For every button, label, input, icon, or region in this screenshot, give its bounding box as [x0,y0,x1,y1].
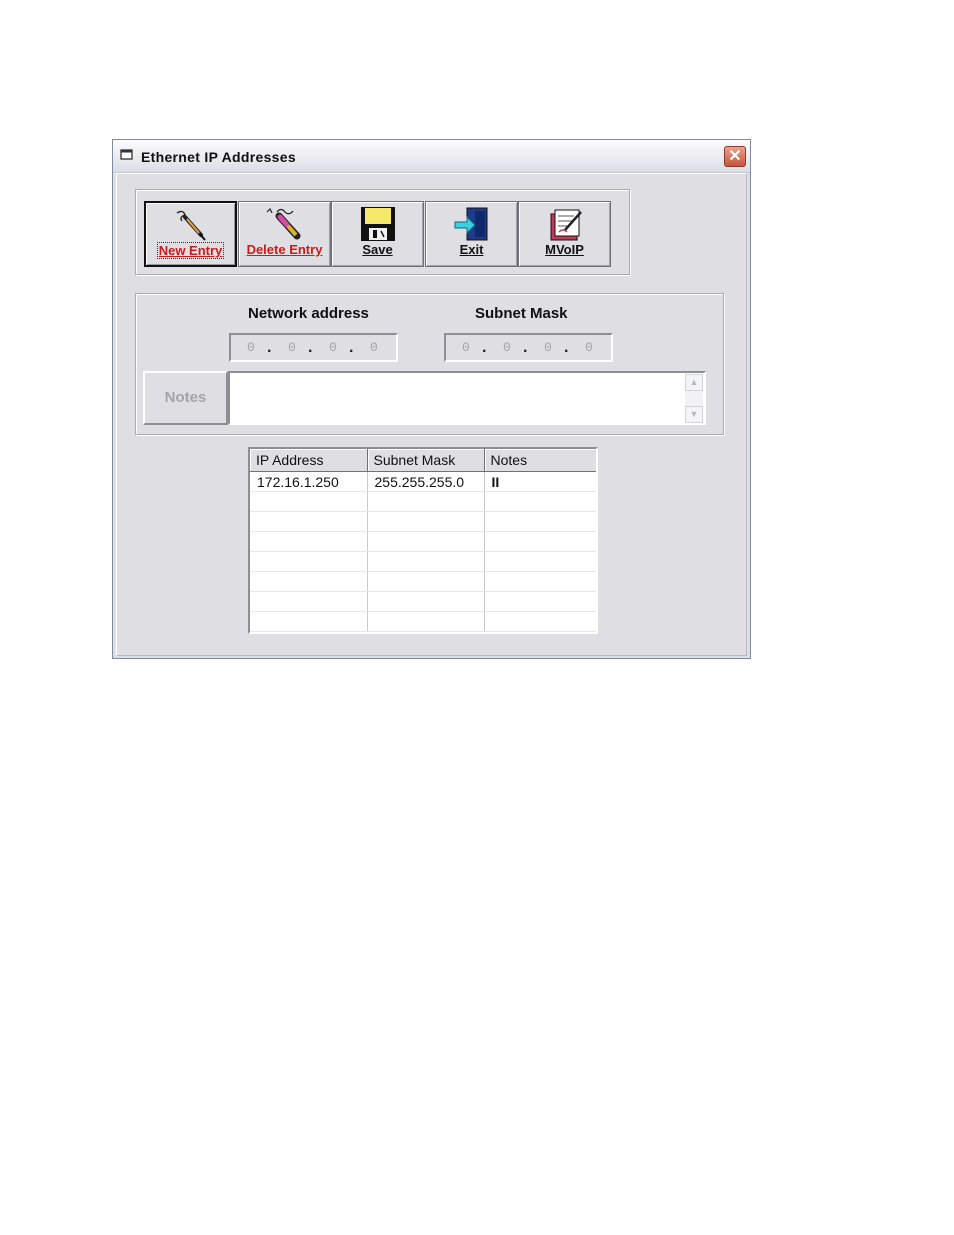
cell-ip-address[interactable]: 172.16.1.250 [250,471,368,492]
column-header-ip-address[interactable]: IP Address [250,449,368,472]
cell-subnet-mask[interactable] [367,571,485,592]
table-row[interactable] [250,591,596,612]
subnet-octet-3[interactable]: 0 [544,340,552,355]
cell-subnet-mask[interactable] [367,611,485,632]
subnet-octet-2[interactable]: 0 [503,340,511,355]
network-address-input[interactable]: 0 . 0 . 0 . 0 [229,333,398,362]
window-icon [120,149,133,160]
subnet-octet-4[interactable]: 0 [585,340,593,355]
scroll-down-button[interactable]: ▼ [685,406,703,423]
table-row[interactable]: 172.16.1.250 255.255.255.0 II [250,471,596,492]
cell-ip-address[interactable] [250,611,368,632]
subnet-mask-label: Subnet Mask [475,305,568,322]
exit-door-icon [454,207,487,241]
table-row[interactable] [250,511,596,532]
cell-subnet-mask[interactable]: 255.255.255.0 [367,471,485,492]
network-octet-4[interactable]: 0 [370,340,378,355]
cell-ip-address[interactable] [250,591,368,612]
save-label: Save [362,242,393,257]
cell-notes[interactable] [484,591,596,612]
network-octet-2[interactable]: 0 [288,340,296,355]
pen-icon [176,210,206,241]
exit-button[interactable]: Exit [425,201,518,267]
cell-ip-address[interactable] [250,571,368,592]
cell-ip-address[interactable] [250,491,368,512]
cell-subnet-mask[interactable] [367,531,485,552]
table-row[interactable] [250,611,596,632]
delete-entry-label: Delete Entry [246,242,323,257]
cell-notes[interactable] [484,611,596,632]
new-entry-button[interactable]: New Entry [144,201,237,267]
column-header-subnet-mask[interactable]: Subnet Mask [367,449,485,472]
cell-notes[interactable] [484,511,596,532]
exit-label: Exit [459,242,484,257]
mvoip-label: MVoIP [545,242,584,257]
cell-notes[interactable] [484,531,596,552]
eraser-icon [266,207,300,240]
cell-notes[interactable] [484,491,596,512]
cell-notes[interactable]: II [484,471,596,492]
chevron-up-icon: ▲ [689,377,699,387]
window-title: Ethernet IP Addresses [141,149,296,165]
network-octet-3[interactable]: 0 [329,340,337,355]
cell-notes[interactable] [484,551,596,572]
cell-subnet-mask[interactable] [367,491,485,512]
cell-ip-address[interactable] [250,511,368,532]
notes-scrollbar[interactable]: ▲ ▼ [685,374,703,423]
cell-ip-address[interactable] [250,551,368,572]
floppy-disk-icon [360,207,395,241]
cell-ip-address[interactable] [250,531,368,552]
column-header-notes[interactable]: Notes [484,449,596,472]
notes-textarea[interactable]: ▲ ▼ [228,371,706,425]
chevron-down-icon: ▼ [689,409,699,419]
network-octet-1[interactable]: 0 [247,340,255,355]
cell-notes[interactable] [484,571,596,592]
table-row[interactable] [250,531,596,552]
ethernet-ip-addresses-window: Ethernet IP Addresses ✕ New Entry Delete… [112,139,751,659]
notepad-icon [550,209,582,241]
ip-address-table[interactable]: IP Address Subnet Mask Notes 172.16.1.25… [248,447,598,634]
save-button[interactable]: Save [331,201,424,267]
scroll-up-button[interactable]: ▲ [685,374,703,391]
cell-subnet-mask[interactable] [367,511,485,532]
new-entry-label: New Entry [156,242,225,259]
delete-entry-button[interactable]: Delete Entry [238,201,331,267]
subnet-mask-input[interactable]: 0 . 0 . 0 . 0 [444,333,613,362]
close-button[interactable]: ✕ [724,146,746,167]
table-header-row: IP Address Subnet Mask Notes [250,449,596,472]
subnet-octet-1[interactable]: 0 [462,340,470,355]
cell-subnet-mask[interactable] [367,551,485,572]
cell-subnet-mask[interactable] [367,591,485,612]
title-bar[interactable]: Ethernet IP Addresses ✕ [113,140,750,173]
table-row[interactable] [250,491,596,512]
notes-label: Notes [143,371,228,425]
table-row[interactable] [250,551,596,572]
table-row[interactable] [250,571,596,592]
network-address-label: Network address [248,305,369,322]
close-icon: ✕ [728,148,742,165]
mvoip-button[interactable]: MVoIP [518,201,611,267]
